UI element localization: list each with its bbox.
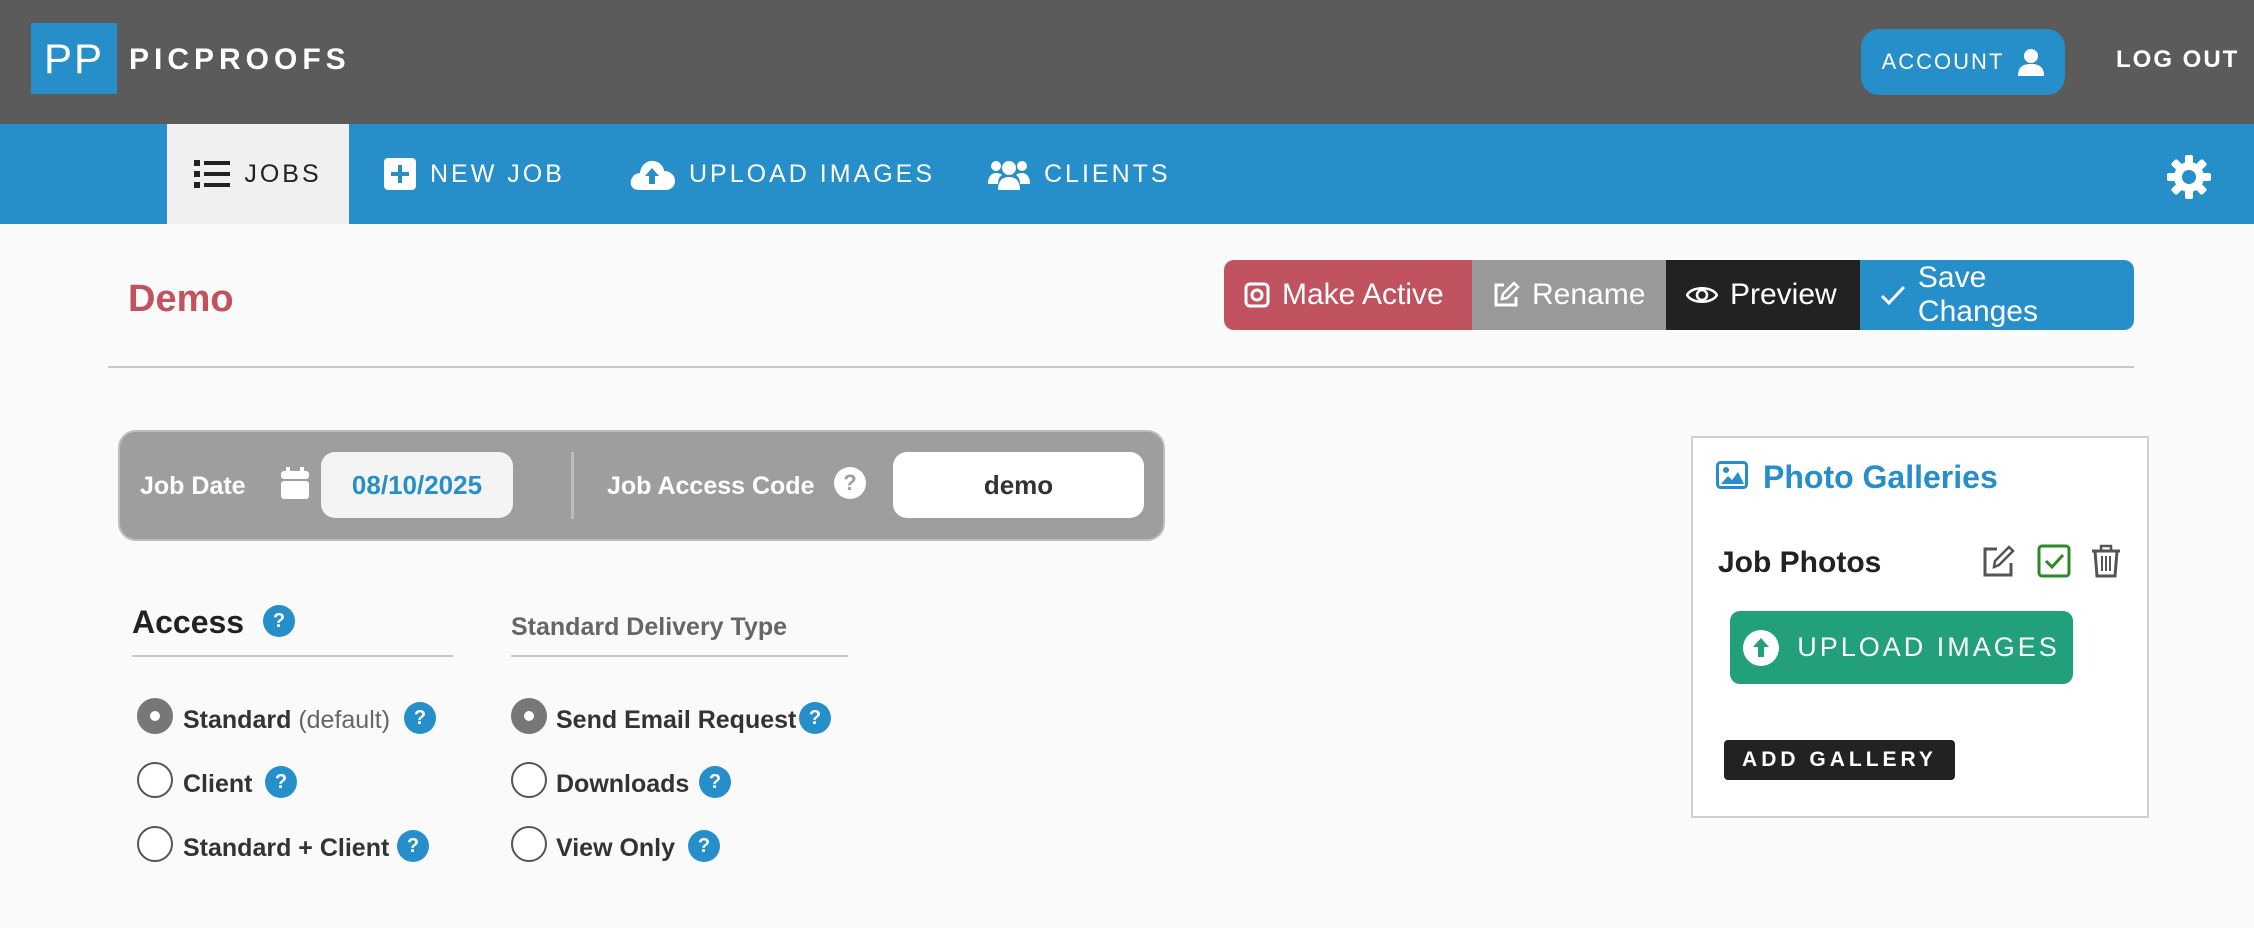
gallery-name: Job Photos	[1718, 546, 1882, 579]
delivery-email-label: Send Email Request	[556, 706, 797, 734]
access-standard-note: (default)	[298, 706, 391, 734]
account-label: ACCOUNT	[1881, 49, 2005, 74]
edit-gallery-icon[interactable]	[1981, 543, 2017, 579]
active-check-icon[interactable]	[2036, 543, 2072, 579]
job-date-label: Job Date	[140, 472, 246, 500]
make-active-label: Make Active	[1282, 278, 1444, 311]
check-icon	[1880, 286, 1906, 306]
list-icon	[194, 160, 231, 188]
access-heading: Access	[132, 604, 245, 640]
add-gallery-button[interactable]: ADD GALLERY	[1724, 740, 1955, 780]
job-access-code-input[interactable]: demo	[893, 452, 1144, 518]
cloud-upload-icon	[630, 160, 675, 190]
plus-square-icon	[384, 158, 416, 190]
trash-icon[interactable]	[2088, 543, 2124, 579]
job-action-buttons: Make Active Rename Preview Save Changes	[1224, 260, 2134, 330]
nav-item-clients[interactable]: CLIENTS	[988, 124, 1171, 224]
preview-button[interactable]: Preview	[1666, 260, 1860, 330]
delivery-heading: Standard Delivery Type	[511, 613, 788, 641]
user-icon	[2018, 49, 2045, 76]
radio-access-standard[interactable]	[137, 698, 173, 734]
gear-icon[interactable]	[2167, 155, 2211, 199]
logo-text[interactable]: PICPROOFS	[129, 43, 351, 77]
access-help-icon[interactable]: ?	[263, 605, 295, 637]
delivery-downloads-help-icon[interactable]: ?	[699, 766, 731, 798]
radio-access-client[interactable]	[137, 762, 173, 798]
access-standard-help-icon[interactable]: ?	[404, 702, 436, 734]
gallery-upload-label: UPLOAD IMAGES	[1797, 632, 2060, 662]
toggle-icon	[1244, 282, 1270, 308]
delivery-view-only-help-icon[interactable]: ?	[688, 830, 720, 862]
job-date-input[interactable]: 08/10/2025	[321, 452, 513, 518]
access-standard-client-label: Standard + Client	[183, 834, 390, 862]
gallery-upload-images-button[interactable]: UPLOAD IMAGES	[1730, 611, 2073, 684]
save-changes-button[interactable]: Save Changes	[1860, 260, 2134, 330]
access-standard-client-help-icon[interactable]: ?	[397, 830, 429, 862]
logo-mark[interactable]: PP	[31, 23, 117, 94]
rename-label: Rename	[1532, 278, 1646, 311]
delivery-underline	[511, 655, 848, 657]
nav-new-job-label: NEW JOB	[430, 159, 565, 188]
info-separator	[571, 452, 574, 519]
access-code-help-icon[interactable]: ?	[834, 467, 866, 499]
nav-item-new-job[interactable]: NEW JOB	[384, 124, 565, 224]
main-nav: JOBS NEW JOB UPLOAD IMAGES CLIENTS	[0, 124, 2254, 224]
delivery-view-only-label: View Only	[556, 834, 676, 862]
users-icon	[988, 161, 1030, 190]
image-icon	[1716, 461, 1748, 489]
nav-jobs-label: JOBS	[244, 159, 322, 188]
access-client-help-icon[interactable]: ?	[265, 766, 297, 798]
nav-upload-label: UPLOAD IMAGES	[689, 159, 935, 188]
page-title: Demo	[128, 278, 234, 320]
access-standard-label: Standard (default)	[183, 706, 390, 735]
header-divider	[108, 366, 2134, 368]
radio-delivery-email[interactable]	[511, 698, 547, 734]
preview-label: Preview	[1730, 278, 1837, 311]
nav-item-upload-images[interactable]: UPLOAD IMAGES	[629, 124, 935, 224]
radio-delivery-view-only[interactable]	[511, 826, 547, 862]
logout-link[interactable]: LOG OUT	[2116, 46, 2239, 74]
access-standard-text: Standard	[183, 706, 292, 734]
job-access-code-label: Job Access Code	[607, 472, 815, 500]
upload-arrow-icon	[1743, 629, 1780, 666]
rename-button[interactable]: Rename	[1472, 260, 1666, 330]
make-active-button[interactable]: Make Active	[1224, 260, 1472, 330]
access-client-label: Client	[183, 770, 253, 798]
calendar-icon[interactable]	[281, 467, 309, 499]
nav-item-jobs[interactable]: JOBS	[167, 124, 349, 224]
delivery-email-help-icon[interactable]: ?	[799, 702, 831, 734]
radio-delivery-downloads[interactable]	[511, 762, 547, 798]
account-button[interactable]: ACCOUNT	[1861, 29, 2065, 95]
eye-icon	[1686, 287, 1718, 303]
radio-access-standard-client[interactable]	[137, 826, 173, 862]
photo-galleries-title: Photo Galleries	[1763, 459, 1998, 495]
nav-clients-label: CLIENTS	[1044, 159, 1171, 188]
edit-icon	[1494, 281, 1520, 307]
delivery-downloads-label: Downloads	[556, 770, 690, 798]
access-underline	[132, 655, 453, 657]
save-changes-label: Save Changes	[1917, 261, 2038, 328]
top-bar: PP PICPROOFS ACCOUNT LOG OUT	[0, 0, 2254, 124]
